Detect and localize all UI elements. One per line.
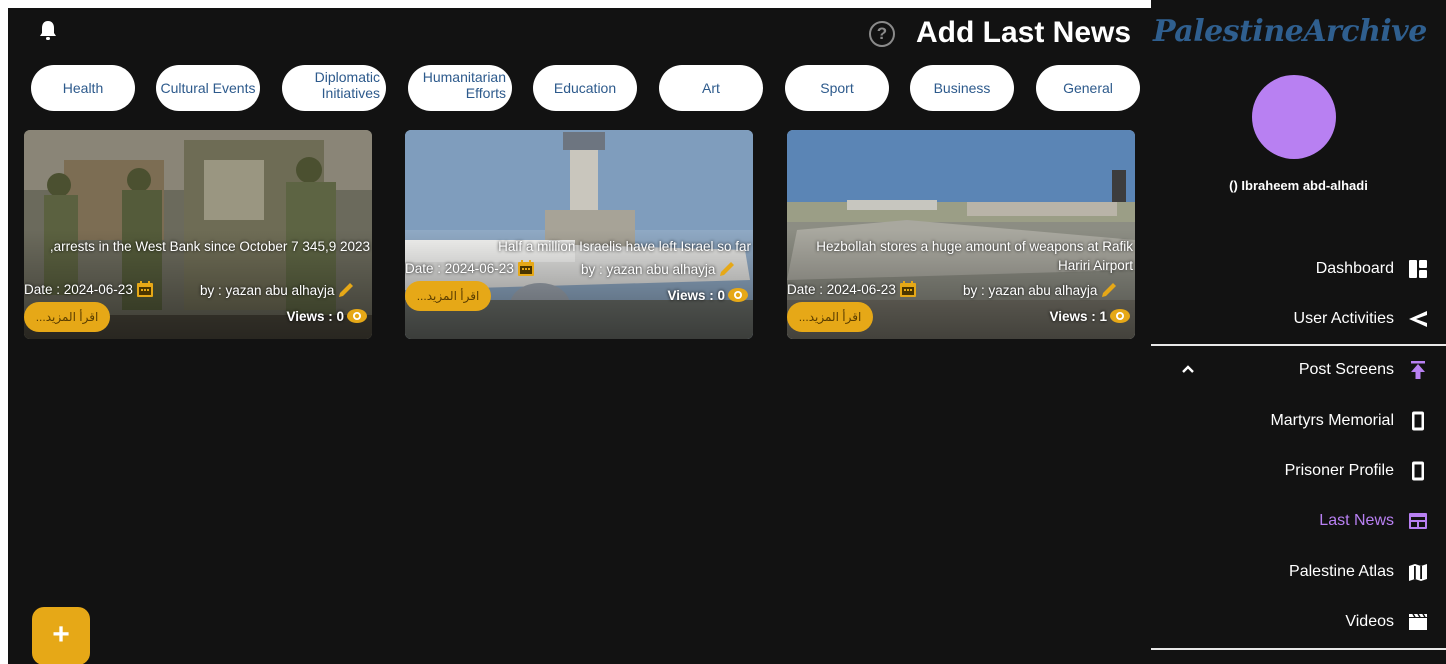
sidebar-item-label: Post Screens [1298,361,1394,378]
read-more-button[interactable]: ...اقرأ المزيد [24,302,110,332]
read-more-button[interactable]: ...اقرأ المزيد [405,281,491,311]
chip-label: Cultural Events [160,80,256,96]
page-title: Add Last News [916,16,1132,49]
sidebar-item-palestine-atlas[interactable]: Palestine Atlas [1151,547,1446,597]
help-icon[interactable]: ? [869,21,895,47]
clapperboard-icon [1409,613,1427,630]
phone-icon [1412,411,1424,431]
sidebar-item-prisoner-profile[interactable]: Prisoner Profile [1151,446,1446,496]
sidebar-item-post-screens[interactable]: Post Screens [1151,345,1446,395]
pencil-icon [339,283,354,297]
views-text: Views : 0 [286,308,344,324]
sidebar-item-martyrs-memorial[interactable]: Martyrs Memorial [1151,396,1446,446]
category-chip-art[interactable]: Art [659,65,763,111]
news-card-author: by : yazan abu alhayja [200,280,356,300]
sidebar-item-last-news[interactable]: Last News [1151,496,1446,546]
eye-icon [1110,309,1130,323]
user-name: () Ibraheem abd-alhadi [1229,178,1368,193]
date-text: Date : 2024-06-23 [405,260,514,276]
category-chip-humanitarian-efforts[interactable]: Humanitarian Efforts [408,65,512,111]
category-chip-cultural-events[interactable]: Cultural Events [156,65,260,111]
divider [1151,648,1446,650]
app-logo: PalestineArchive [1153,14,1427,49]
news-card-author: by : yazan abu alhayja [581,259,737,279]
views-text: Views : 1 [1049,308,1107,324]
author-text: by : yazan abu alhayja [581,261,716,277]
sidebar-item-dashboard[interactable]: Dashboard [1151,244,1446,294]
author-text: by : yazan abu alhayja [963,282,1098,298]
chip-label: Health [62,80,104,96]
news-card-title: Hezbollah stores a huge amount of weapon… [816,239,1133,273]
news-card-title: Half a million Israelis have left Israel… [498,239,751,254]
news-card[interactable]: ,arrests in the West Bank since October … [24,130,372,339]
eye-icon [728,288,748,302]
news-card-views: Views : 0 [667,287,749,303]
category-chip-general[interactable]: General [1036,65,1140,111]
sidebar-item-label: Prisoner Profile [1284,462,1394,479]
sidebar-item-label: User Activities [1293,310,1394,327]
news-card-date: Date : 2024-06-23 [405,259,535,277]
map-icon [1409,564,1427,581]
main-content: ? Add Last News Health Cultural Events D… [8,8,1151,664]
news-card-date: Date : 2024-06-23 [787,280,917,298]
newspaper-icon [1409,513,1427,529]
chip-label: Art [702,80,720,96]
calendar-icon [136,281,153,297]
eye-icon [347,309,367,323]
chip-label: Sport [820,80,854,96]
upload-icon [1411,361,1425,379]
news-card-title: ,arrests in the West Bank since October … [49,239,370,254]
date-text: Date : 2024-06-23 [24,281,133,297]
calendar-icon [517,260,534,276]
chip-label: General [1063,80,1113,96]
sidebar-item-label: Videos [1345,613,1394,630]
category-chip-sport[interactable]: Sport [785,65,889,111]
category-chip-business[interactable]: Business [910,65,1014,111]
category-chip-education[interactable]: Education [533,65,637,111]
news-card-views: Views : 0 [286,308,368,324]
sidebar: PalestineArchive () Ibraheem abd-alhadi … [1151,0,1446,664]
news-card[interactable]: Hezbollah stores a huge amount of weapon… [787,130,1135,339]
app-root: ? Add Last News Health Cultural Events D… [0,0,1446,664]
dashboard-icon [1409,260,1427,278]
calendar-icon [899,281,916,297]
date-text: Date : 2024-06-23 [787,281,896,297]
chip-label: Diplomatic Initiatives [314,69,380,101]
news-card-views: Views : 1 [1049,308,1131,324]
views-text: Views : 0 [667,287,725,303]
news-card-author: by : yazan abu alhayja [963,280,1119,300]
sidebar-item-label: Last News [1319,512,1394,529]
chip-label: Business [933,80,991,96]
sidebar-item-user-activities[interactable]: User Activities [1151,294,1446,344]
news-card[interactable]: Half a million Israelis have left Israel… [405,130,753,339]
add-news-button[interactable]: + [32,607,90,664]
news-card-date: Date : 2024-06-23 [24,280,154,298]
pencil-icon [1102,283,1117,297]
avatar[interactable] [1252,75,1336,159]
sidebar-item-videos[interactable]: Videos [1151,597,1446,647]
category-chip-diplomatic-initiatives[interactable]: Diplomatic Initiatives [282,65,386,111]
author-text: by : yazan abu alhayja [200,282,335,298]
read-more-button[interactable]: ...اقرأ المزيد [787,302,873,332]
category-chip-health[interactable]: Health [31,65,135,111]
phone-icon [1412,461,1424,481]
pencil-icon [720,262,735,276]
sidebar-item-label: Martyrs Memorial [1270,412,1394,429]
bell-icon[interactable] [38,20,58,42]
sidebar-item-label: Palestine Atlas [1289,563,1394,580]
sidebar-item-label: Dashboard [1315,260,1394,277]
send-icon [1409,311,1427,327]
chip-label: Humanitarian Efforts [422,69,506,101]
chip-label: Education [553,80,617,96]
